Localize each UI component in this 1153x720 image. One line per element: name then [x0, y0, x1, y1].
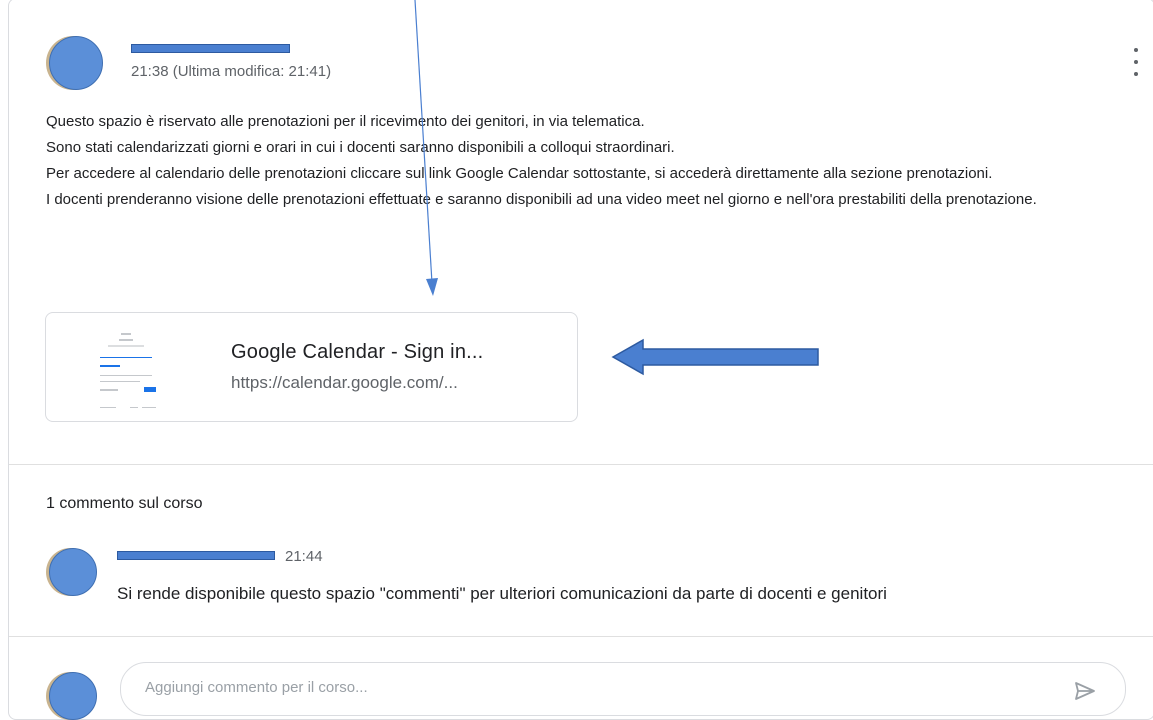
add-comment-field[interactable] [120, 662, 1126, 716]
redaction-bar [131, 44, 290, 53]
attachment-title[interactable]: Google Calendar - Sign in... [231, 341, 483, 364]
author-avatar[interactable] [49, 36, 103, 90]
section-divider [9, 464, 1153, 465]
comment-timestamp: 21:44 [285, 548, 323, 565]
post-timestamp: 21:38 (Ultima modifica: 21:41) [131, 63, 332, 80]
send-icon[interactable] [1073, 679, 1097, 703]
post-body: Questo spazio è riservato alle prenotazi… [46, 109, 1106, 213]
link-attachment-card[interactable]: Google Calendar - Sign in... https://cal… [45, 312, 578, 422]
comment-text: Si rende disponibile questo spazio "comm… [117, 584, 887, 603]
more-options-icon[interactable] [1126, 48, 1146, 76]
current-user-avatar [49, 672, 97, 720]
post-paragraph: I docenti prenderanno visione delle pren… [46, 191, 1037, 208]
post-paragraph: Sono stati calendarizzati giorni e orari… [46, 139, 675, 156]
post-paragraph: Per accedere al calendario delle prenota… [46, 165, 993, 182]
attachment-thumbnail [86, 327, 166, 411]
attachment-url: https://calendar.google.com/... [231, 373, 458, 392]
redaction-bar [117, 551, 275, 560]
post-paragraph: Questo spazio è riservato alle prenotazi… [46, 113, 645, 130]
section-divider [9, 636, 1153, 637]
commenter-avatar[interactable] [49, 548, 97, 596]
comment-input[interactable] [145, 679, 1025, 696]
comments-header: 1 commento sul corso [46, 495, 203, 512]
